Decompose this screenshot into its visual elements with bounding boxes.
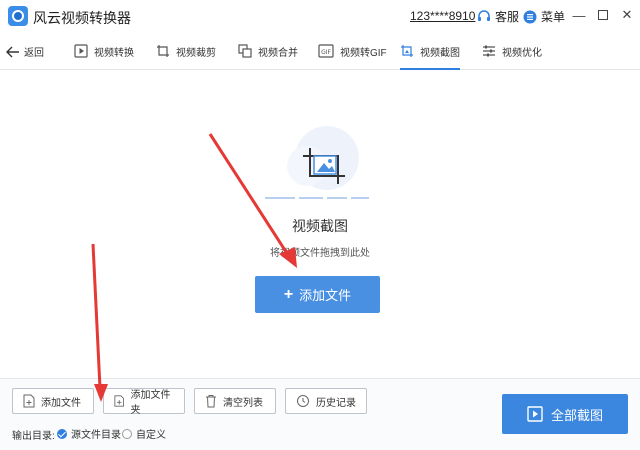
minimize-button[interactable]: — [570,6,588,24]
maximize-icon [598,10,608,20]
add-file-primary-button[interactable]: + 添加文件 [255,276,380,313]
customer-service-label: 客服 [495,10,520,24]
gif-icon: GIF [318,44,334,58]
tab-video-screenshot[interactable]: 视频截图 [400,42,460,70]
headset-icon [478,9,490,21]
hamburger-icon [523,10,537,23]
back-label: 返回 [24,48,44,59]
tab-video-convert[interactable]: 视频转换 [74,42,134,70]
radio-custom-dir-label: 自定义 [136,430,166,441]
clear-list-label: 清空列表 [223,397,263,409]
tab-label: 视频合并 [258,48,298,59]
sliders-icon [483,45,495,57]
svg-text:GIF: GIF [321,49,331,56]
title-bar: 风云视频转换器 123****8910 客服 菜单 — ✕ [0,0,640,32]
add-file-button[interactable]: 添加文件 [12,388,94,414]
tab-video-crop[interactable]: 视频裁剪 [156,42,216,70]
tab-video-merge[interactable]: 视频合并 [238,42,298,70]
add-folder-label: 添加文件夹 [130,390,171,416]
play-icon [74,44,88,58]
radio-checked-icon [57,428,67,439]
app-title: 风云视频转换器 [33,10,131,26]
screenshot-all-label: 全部截图 [550,407,603,423]
add-file-primary-label: 添加文件 [299,288,352,303]
drop-zone-title: 视频截图 [292,218,348,234]
merge-icon [238,44,252,58]
file-add-icon [23,394,35,408]
tab-video-gif[interactable]: GIF 视频转GIF [318,42,387,70]
minimize-icon: — [572,7,586,23]
tab-label: 视频截图 [420,48,460,59]
close-button[interactable]: ✕ [618,6,636,24]
customer-service-button[interactable]: 客服 [477,8,519,25]
output-dir-label: 输出目录: [12,431,55,442]
folder-add-icon [114,395,125,407]
app-logo-icon [8,6,28,26]
tab-video-optimize[interactable]: 视频优化 [482,42,542,70]
screenshot-illustration-icon [265,126,369,199]
play-icon [527,406,543,422]
menu-button[interactable]: 菜单 [523,8,565,25]
account-link[interactable]: 123****8910 [410,9,475,23]
menu-label: 菜单 [541,10,566,24]
maximize-button[interactable] [594,6,612,24]
radio-custom-dir[interactable]: 自定义 [122,426,166,441]
nav-bar: 返回 视频转换 视频裁剪 视频合并 GIF 视频转GIF 视频截图 视频优化 [0,36,640,70]
tab-label: 视频优化 [502,48,542,59]
clear-list-button[interactable]: 清空列表 [194,388,276,414]
add-folder-button[interactable]: 添加文件夹 [103,388,185,416]
close-icon: ✕ [621,7,633,22]
radio-unchecked-icon [122,428,132,439]
crop-icon [157,45,169,57]
plus-icon: + [283,285,294,303]
add-file-label: 添加文件 [41,397,81,409]
tab-label: 视频转GIF [340,48,387,59]
tab-label: 视频转换 [94,48,134,59]
tab-label: 视频裁剪 [176,48,216,59]
screenshot-all-button[interactable]: 全部截图 [502,394,628,434]
radio-source-dir[interactable]: 源文件目录 [57,426,121,441]
history-button[interactable]: 历史记录 [285,388,367,414]
history-label: 历史记录 [316,397,356,409]
trash-icon [206,395,216,408]
radio-source-dir-label: 源文件目录 [71,430,121,441]
clock-icon [297,395,309,407]
drop-zone-hint: 将视频文件拖拽到此处 [270,248,370,259]
back-arrow-icon [6,46,19,57]
screenshot-icon [401,45,413,57]
back-button[interactable]: 返回 [6,44,44,59]
